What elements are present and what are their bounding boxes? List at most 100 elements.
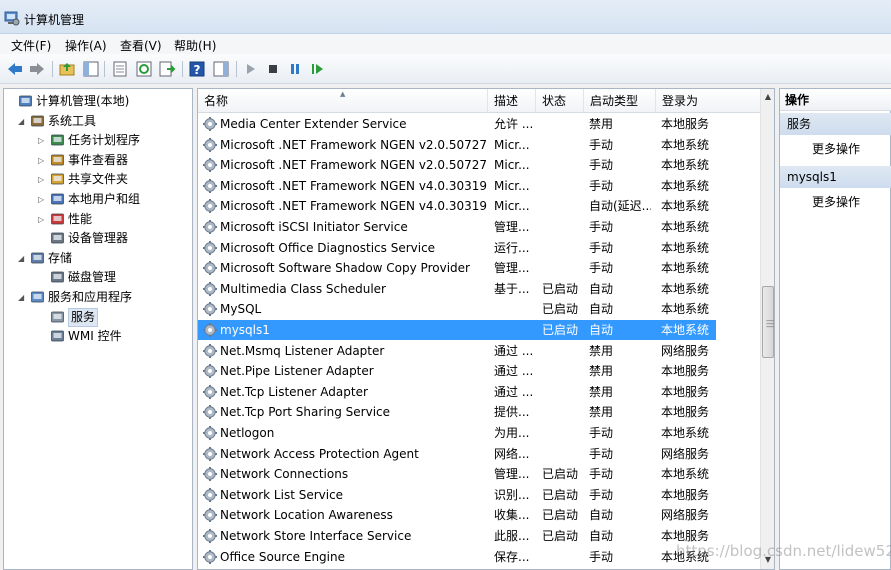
back-arrow-icon[interactable] [6, 60, 24, 78]
service-row[interactable]: Microsoft Office Diagnostics Service 运行..… [198, 238, 716, 258]
refresh-icon[interactable] [135, 60, 153, 78]
stop-service-icon[interactable] [264, 60, 282, 78]
collapse-arrow-icon[interactable]: ◢ [18, 288, 28, 307]
service-row[interactable]: Office Source Engine 保存... 手动 本地系统 [198, 547, 716, 567]
title-bar: 计算机管理 [0, 0, 891, 34]
service-row[interactable]: Net.Pipe Listener Adapter 通过 ... 禁用 本地服务 [198, 361, 716, 381]
service-description: Micr... [494, 199, 530, 214]
service-startup-type: 手动 [589, 426, 614, 440]
help-icon[interactable]: ? [188, 60, 206, 78]
menu-action[interactable]: 操作(A) [65, 37, 107, 54]
service-description: 提供... [494, 405, 530, 420]
service-row[interactable]: Network List Service 识别... 已启动 手动 本地服务 [198, 485, 716, 505]
column-description[interactable]: 描述 [488, 89, 536, 113]
service-row[interactable]: mysqls1 已启动 自动 本地系统 [198, 320, 716, 340]
menu-bar: 文件(F) 操作(A) 查看(V) 帮助(H) [0, 34, 891, 54]
column-startup-type[interactable]: 启动类型 [584, 89, 656, 113]
tree-item-label: 服务和应用程序 [48, 290, 133, 304]
service-startup-type: 手动 [589, 178, 614, 193]
service-gear-icon [202, 322, 218, 338]
service-row[interactable]: Net.Msmq Listener Adapter 通过 ... 禁用 网络服务 [198, 341, 716, 361]
service-name: Network Location Awareness [220, 508, 393, 523]
service-status: 已启动 [542, 467, 579, 482]
tree-item-label: WMI 控件 [68, 329, 122, 344]
service-gear-icon [202, 487, 218, 503]
service-row[interactable]: Network Connections 管理... 已启动 手动 本地系统 [198, 464, 716, 484]
svg-text:?: ? [194, 63, 201, 77]
export-list-icon[interactable] [158, 60, 176, 78]
service-description: 管理... [494, 220, 530, 234]
service-log-on-as: 本地服务 [661, 487, 710, 502]
disk-management-icon [51, 272, 64, 283]
service-row[interactable]: Net.Tcp Port Sharing Service 提供... 禁用 本地服务 [198, 402, 716, 422]
actions-section-selected-service[interactable]: mysqls1 [780, 166, 891, 188]
computer-management-icon [4, 11, 20, 26]
expand-arrow-icon[interactable]: ▷ [38, 190, 48, 209]
collapse-arrow-icon[interactable]: ◢ [18, 249, 28, 268]
grip-icon: — — — [766, 316, 774, 331]
service-gear-icon [202, 363, 218, 379]
tree-item-label: 共享文件夹 [68, 172, 129, 187]
service-row[interactable]: Microsoft .NET Framework NGEN v2.0.50727… [198, 135, 716, 155]
service-description: 管理... [494, 467, 530, 482]
service-log-on-as: 网络服务 [661, 343, 710, 358]
service-row[interactable]: Microsoft Software Shadow Copy Provider 管… [198, 258, 716, 278]
expand-arrow-icon[interactable]: ▷ [38, 131, 48, 150]
expand-arrow-icon[interactable]: ▷ [38, 210, 48, 229]
service-startup-type: 手动 [589, 158, 614, 173]
service-row[interactable]: Netlogon 为用... 手动 本地系统 [198, 423, 716, 443]
service-row[interactable]: Microsoft iSCSI Initiator Service 管理... 手动… [198, 217, 716, 237]
service-gear-icon [202, 240, 218, 256]
show-hide-tree-icon[interactable] [82, 60, 100, 78]
tree-item-label: 性能 [68, 211, 93, 226]
service-startup-type: 自动 [589, 281, 614, 296]
service-row[interactable]: Net.Tcp Listener Adapter 通过 ... 禁用 本地服务 [198, 382, 716, 402]
action-pane-icon[interactable] [212, 60, 230, 78]
column-log-on-as[interactable]: 登录为 [656, 89, 760, 113]
pause-service-icon[interactable] [286, 60, 304, 78]
scroll-up-icon[interactable]: ▲ [763, 92, 773, 104]
actions-section-services[interactable]: 服务 [780, 113, 891, 135]
more-actions-link[interactable]: 更多操作 [812, 193, 860, 210]
service-row[interactable]: Network Access Protection Agent 网络... 手动 网络… [198, 444, 716, 464]
start-service-icon[interactable] [242, 60, 260, 78]
scrollbar-thumb[interactable]: — — — [762, 286, 774, 358]
menu-view[interactable]: 查看(V) [120, 37, 162, 54]
service-log-on-as: 本地系统 [661, 158, 710, 173]
menu-file[interactable]: 文件(F) [11, 37, 51, 54]
menu-help[interactable]: 帮助(H) [174, 37, 216, 54]
service-gear-icon [202, 137, 218, 153]
restart-service-icon[interactable] [308, 60, 326, 78]
service-row[interactable]: MySQL 已启动 自动 本地系统 [198, 299, 716, 319]
service-gear-icon [202, 425, 218, 441]
expand-arrow-icon[interactable]: ▷ [38, 170, 48, 189]
forward-arrow-icon[interactable] [28, 60, 46, 78]
service-startup-type: 手动 [589, 261, 614, 276]
column-name[interactable]: 名称 [198, 89, 488, 113]
service-row[interactable]: Microsoft .NET Framework NGEN v4.0.30319… [198, 196, 716, 216]
service-row[interactable]: Microsoft .NET Framework NGEN v2.0.50727… [198, 155, 716, 175]
up-folder-icon[interactable] [58, 60, 76, 78]
service-row[interactable]: Media Center Extender Service 允许 ... 禁用 本地服… [198, 114, 716, 134]
service-status: 已启动 [542, 323, 579, 337]
service-log-on-as: 本地服务 [661, 384, 710, 399]
service-startup-type: 自动(延迟... [589, 199, 651, 214]
service-log-on-as: 本地系统 [661, 261, 710, 276]
service-log-on-as: 本地服务 [661, 405, 710, 420]
service-log-on-as: 本地系统 [661, 220, 710, 234]
more-actions-link[interactable]: 更多操作 [812, 140, 860, 157]
service-gear-icon [202, 178, 218, 194]
tree-item-label: 磁盘管理 [68, 270, 117, 285]
tree-item-label: 事件查看器 [68, 152, 129, 167]
service-status: 已启动 [542, 529, 579, 543]
vertical-scrollbar[interactable]: ▲ — — — ▼ [760, 89, 774, 569]
service-row[interactable]: Network Location Awareness 收集... 已启动 自动 网络服务 [198, 505, 716, 525]
service-startup-type: 手动 [589, 467, 614, 482]
properties-icon[interactable] [111, 60, 129, 78]
expand-arrow-icon[interactable]: ▷ [38, 151, 48, 170]
service-row[interactable]: Network Store Interface Service 此服... 已启动自… [198, 526, 716, 546]
service-row[interactable]: Microsoft .NET Framework NGEN v4.0.30319… [198, 176, 716, 196]
collapse-arrow-icon[interactable]: ◢ [18, 112, 28, 131]
column-status[interactable]: 状态 [536, 89, 584, 113]
service-row[interactable]: Multimedia Class Scheduler 基于... 已启动 自动 本地系统 [198, 279, 716, 299]
